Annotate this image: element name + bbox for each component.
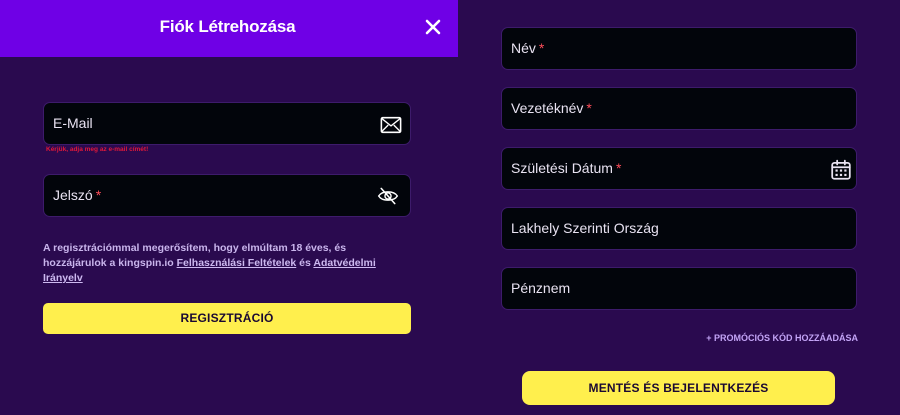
country-select[interactable]: Lakhely Szerinti Ország	[501, 207, 857, 250]
password-label-text: Jelszó	[53, 187, 93, 203]
email-label: E-Mail	[53, 115, 93, 131]
modal-title: Fiók Létrehozása	[159, 17, 296, 36]
password-field[interactable]: Jelszó *	[43, 174, 411, 217]
terms-of-use-link[interactable]: Felhasználási Feltételek	[177, 257, 297, 269]
required-mark: *	[586, 100, 592, 116]
surname-field[interactable]: Vezetéknév *	[501, 87, 857, 130]
terms-text: A regisztrációmmal megerősítem, hogy elm…	[43, 241, 403, 286]
eye-off-icon[interactable]	[377, 185, 399, 207]
currency-select[interactable]: Pénznem	[501, 267, 857, 310]
register-button[interactable]: REGISZTRÁCIÓ	[43, 303, 411, 334]
birth-date-label: Születési Dátum *	[511, 148, 621, 188]
password-label: Jelszó *	[53, 175, 101, 215]
country-label: Lakhely Szerinti Ország	[511, 220, 659, 236]
surname-label: Vezetéknév *	[511, 88, 592, 128]
currency-label: Pénznem	[511, 280, 571, 296]
close-icon	[425, 19, 441, 35]
required-mark: *	[538, 40, 545, 56]
email-error-message: Kérjük, adja meg az e-mail címét!	[46, 146, 149, 153]
close-button[interactable]	[422, 16, 444, 38]
signup-left-panel: Fiók Létrehozása E-Mail Kérjük, adja meg…	[0, 0, 458, 415]
name-field[interactable]: Név *	[501, 27, 857, 70]
envelope-icon	[380, 116, 402, 134]
surname-label-text: Vezetéknév	[511, 100, 584, 116]
save-and-login-button[interactable]: MENTÉS ÉS BEJELENTKEZÉS	[522, 371, 835, 405]
birth-date-label-text: Születési Dátum	[511, 160, 613, 176]
required-mark: *	[615, 160, 622, 176]
modal-header: Fiók Létrehozása	[0, 0, 458, 57]
terms-and: és	[296, 257, 314, 269]
required-mark: *	[95, 187, 102, 203]
birth-date-field[interactable]: Születési Dátum *	[501, 147, 857, 190]
name-label: Név *	[511, 28, 544, 68]
email-field[interactable]: E-Mail	[43, 102, 411, 145]
add-promo-code-link[interactable]: + PROMÓCIÓS KÓD HOZZÁADÁSA	[706, 333, 858, 343]
calendar-icon[interactable]	[830, 159, 852, 181]
name-label-text: Név	[511, 40, 536, 56]
